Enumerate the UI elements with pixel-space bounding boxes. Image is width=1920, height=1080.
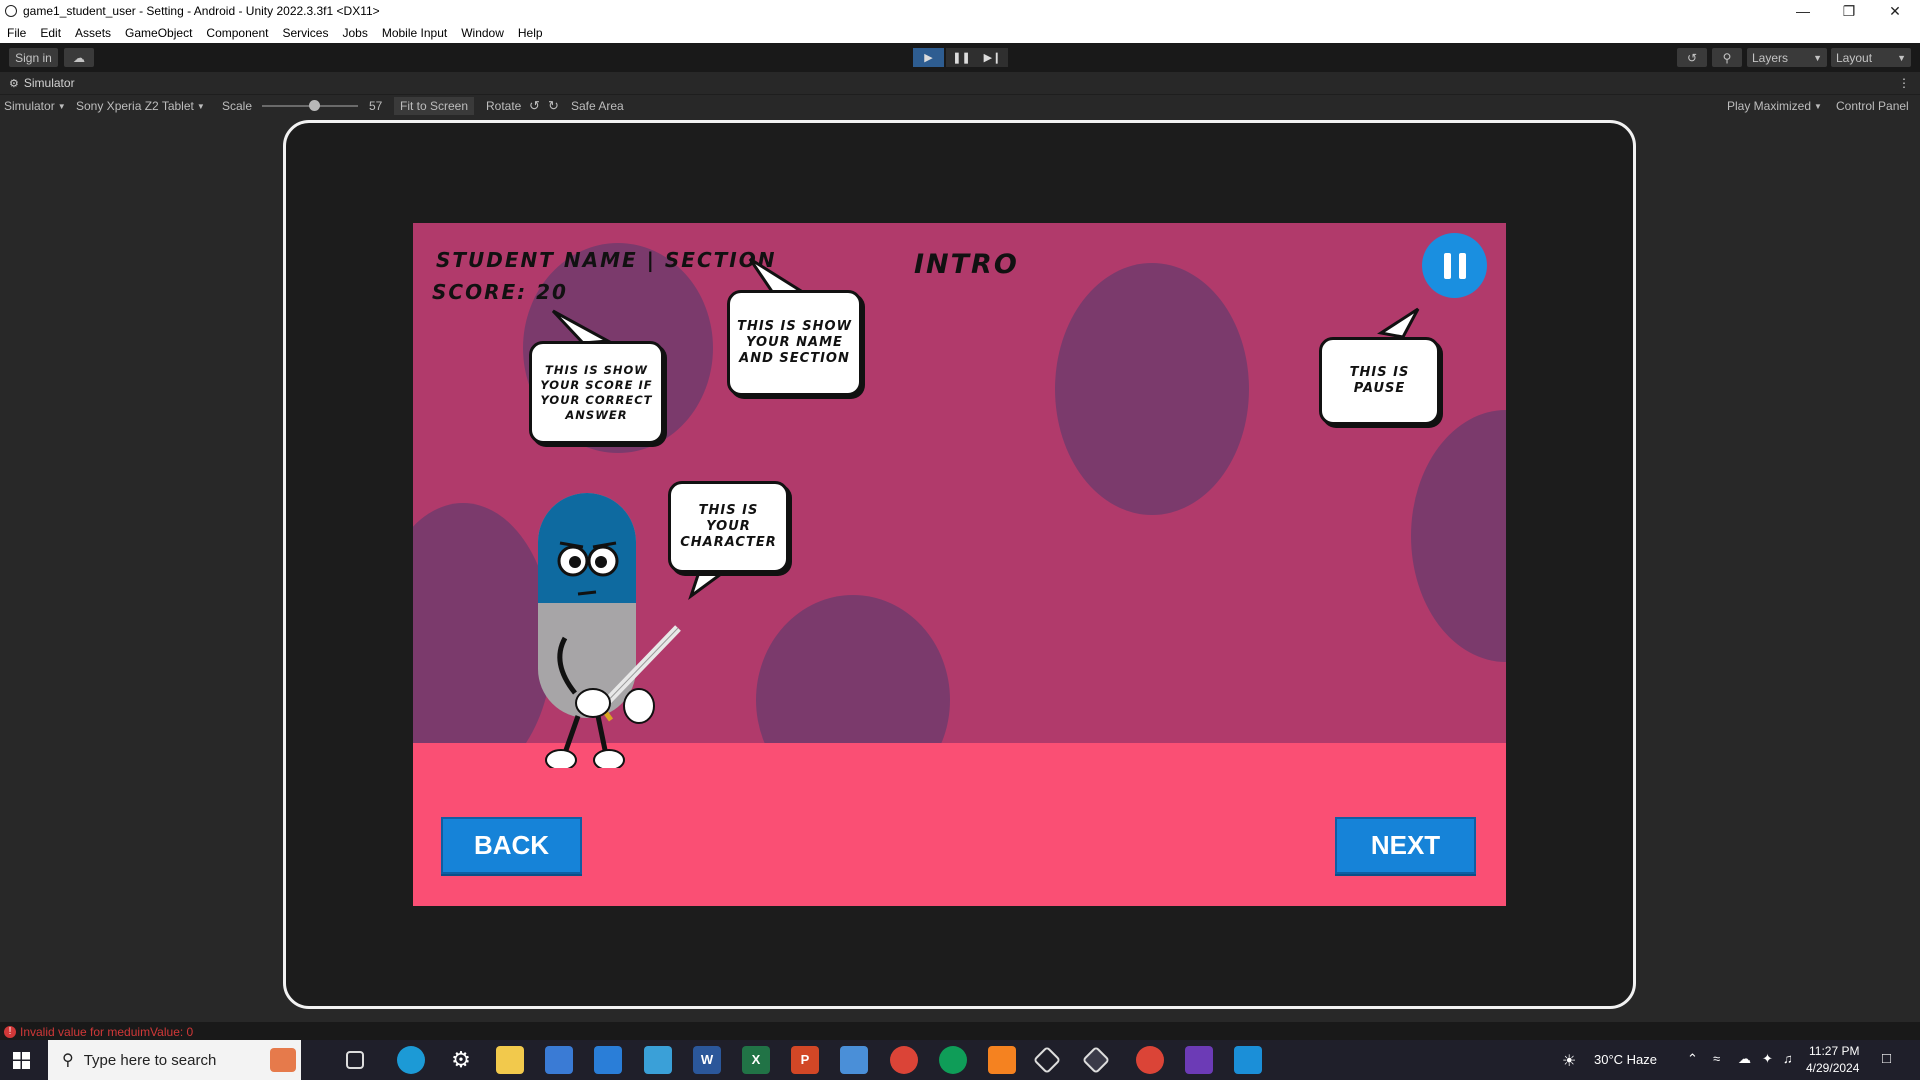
menu-file[interactable]: File — [0, 26, 33, 40]
xampp-icon[interactable] — [988, 1046, 1016, 1074]
vscode-icon[interactable] — [1234, 1046, 1262, 1074]
next-button[interactable]: NEXT — [1335, 817, 1476, 874]
simulator-mode-label: Simulator — [4, 99, 55, 113]
score-info-bubble: THIS IS SHOW YOUR SCORE IF YOUR CORRECT … — [529, 341, 664, 444]
main-toolbar: Sign in ☁ ▶ ❚❚ ▶❙ ↺ ⚲ Layers ▼ Layout ▼ — [0, 43, 1920, 72]
search-highlight-icon — [270, 1048, 296, 1072]
fit-to-screen-button[interactable]: Fit to Screen — [394, 97, 475, 115]
word-icon[interactable]: W — [693, 1046, 721, 1074]
clock-date[interactable]: 4/29/2024 — [1806, 1061, 1859, 1075]
taskbar-search-box[interactable]: ⚲ Type here to search — [48, 1040, 301, 1080]
device-dropdown[interactable]: Sony Xperia Z2 Tablet ▼ — [76, 95, 205, 117]
chevron-down-icon: ▼ — [196, 101, 205, 111]
more-options-icon[interactable]: ⋮ — [1898, 76, 1910, 90]
menu-gameobject[interactable]: GameObject — [118, 26, 199, 40]
menu-services[interactable]: Services — [275, 26, 335, 40]
weather-icon[interactable]: ☀ — [1562, 1051, 1576, 1071]
windows-start-icon[interactable] — [13, 1052, 30, 1069]
pause-editor-button[interactable]: ❚❚ — [946, 48, 977, 67]
safe-area-toggle[interactable]: Safe Area — [571, 95, 624, 117]
microsoft-store-icon[interactable] — [545, 1046, 573, 1074]
file-explorer-icon[interactable] — [496, 1046, 524, 1074]
layout-dropdown[interactable]: Layout ▼ — [1831, 48, 1911, 67]
app-icon[interactable] — [840, 1046, 868, 1074]
rotate-left-icon[interactable]: ↺ — [529, 95, 540, 117]
visual-studio-icon[interactable] — [1185, 1046, 1213, 1074]
chevron-down-icon: ▼ — [1814, 101, 1822, 111]
volume-icon[interactable]: ♫ — [1783, 1051, 1793, 1066]
menu-window[interactable]: Window — [454, 26, 511, 40]
chrome-profile-icon[interactable] — [939, 1046, 967, 1074]
rotate-right-icon[interactable]: ↻ — [548, 95, 559, 117]
device-label: Sony Xperia Z2 Tablet — [76, 99, 194, 113]
layout-label: Layout — [1836, 50, 1873, 65]
search-placeholder: Type here to search — [83, 1051, 217, 1069]
app-icon[interactable] — [644, 1046, 672, 1074]
menu-assets[interactable]: Assets — [68, 26, 118, 40]
simulator-tab-title[interactable]: Simulator — [24, 76, 75, 90]
close-button[interactable]: ✕ — [1872, 0, 1918, 22]
menu-mobile-input[interactable]: Mobile Input — [375, 26, 454, 40]
menu-help[interactable]: Help — [511, 26, 550, 40]
back-button[interactable]: BACK — [441, 817, 582, 874]
layers-label: Layers — [1752, 50, 1789, 65]
chrome-icon[interactable] — [1136, 1046, 1164, 1074]
scale-value: 57 — [369, 99, 383, 113]
pause-info-bubble: THIS IS PAUSE — [1319, 337, 1440, 425]
play-maximized-dropdown[interactable]: Play Maximized ▼ — [1727, 95, 1822, 117]
cloud-icon[interactable]: ☁ — [64, 48, 94, 67]
chevron-down-icon: ▼ — [57, 101, 66, 111]
show-hidden-icons[interactable]: ⌃ — [1687, 1051, 1698, 1067]
status-message: Invalid value for meduimValue: 0 — [20, 1025, 194, 1039]
unity-logo-icon — [5, 5, 17, 17]
menu-edit[interactable]: Edit — [33, 26, 68, 40]
mail-icon[interactable] — [594, 1046, 622, 1074]
powerpoint-icon[interactable]: P — [791, 1046, 819, 1074]
layers-dropdown[interactable]: Layers ▼ — [1747, 48, 1827, 67]
wifi-icon[interactable]: ✦ — [1762, 1051, 1773, 1067]
weather-text[interactable]: 30°C Haze — [1594, 1052, 1657, 1067]
minimize-button[interactable]: — — [1780, 0, 1826, 22]
unity-editor-icon[interactable] — [1081, 1045, 1111, 1075]
character-sprite — [538, 493, 681, 768]
scale-label: Scale — [222, 99, 253, 113]
simulator-tab-icon: ⚙ — [9, 77, 19, 90]
step-button[interactable]: ▶❙ — [977, 48, 1008, 67]
clock-time[interactable]: 11:27 PM — [1809, 1044, 1859, 1058]
history-icon[interactable]: ↺ — [1677, 48, 1707, 67]
sign-in-button[interactable]: Sign in — [9, 48, 58, 67]
chrome-icon[interactable] — [890, 1046, 918, 1074]
simulator-tab-header: ⚙ Simulator ⋮ — [0, 72, 1920, 94]
name-info-bubble: THIS IS SHOW YOUR NAME AND SECTION — [727, 290, 862, 396]
play-maximized-label: Play Maximized — [1727, 99, 1812, 113]
simulator-toolbar: Simulator ▼ Sony Xperia Z2 Tablet ▼ Scale … — [0, 94, 1920, 116]
play-button[interactable]: ▶ — [913, 48, 944, 67]
search-icon[interactable]: ⚲ — [1712, 48, 1742, 67]
game-view: STUDENT NAME | SECTION SCORE: 20 INTRO T… — [413, 223, 1506, 906]
control-panel-button[interactable]: Control Panel — [1836, 95, 1909, 117]
error-icon: ! — [4, 1026, 16, 1038]
restore-button[interactable]: ❐ — [1826, 0, 1872, 22]
simulator-mode-dropdown[interactable]: Simulator ▼ — [4, 95, 66, 117]
edge-icon[interactable] — [397, 1046, 425, 1074]
scale-slider-handle[interactable] — [309, 100, 320, 111]
window-title: game1_student_user - Setting - Android -… — [23, 4, 380, 18]
notifications-icon[interactable]: □ — [1882, 1050, 1891, 1067]
window-title-bar: game1_student_user - Setting - Android -… — [0, 0, 1920, 22]
menu-bar: File Edit Assets GameObject Component Se… — [0, 22, 1920, 43]
task-view-icon[interactable] — [346, 1051, 364, 1069]
menu-jobs[interactable]: Jobs — [335, 26, 374, 40]
onedrive-icon[interactable]: ☁ — [1738, 1051, 1751, 1067]
network-icon[interactable]: ≈ — [1713, 1051, 1720, 1066]
menu-component[interactable]: Component — [199, 26, 275, 40]
chevron-down-icon: ▼ — [1897, 52, 1906, 63]
windows-taskbar: ⚲ Type here to search ⚙ W X P ☀ 30°C Haz… — [0, 1040, 1920, 1080]
chevron-down-icon: ▼ — [1813, 52, 1822, 63]
excel-icon[interactable]: X — [742, 1046, 770, 1074]
rotate-label: Rotate — [486, 99, 522, 113]
settings-icon[interactable]: ⚙ — [447, 1046, 475, 1074]
console-status-bar[interactable]: ! Invalid value for meduimValue: 0 — [0, 1022, 1920, 1042]
search-icon: ⚲ — [62, 1052, 74, 1069]
unity-hub-icon[interactable] — [1032, 1045, 1062, 1075]
